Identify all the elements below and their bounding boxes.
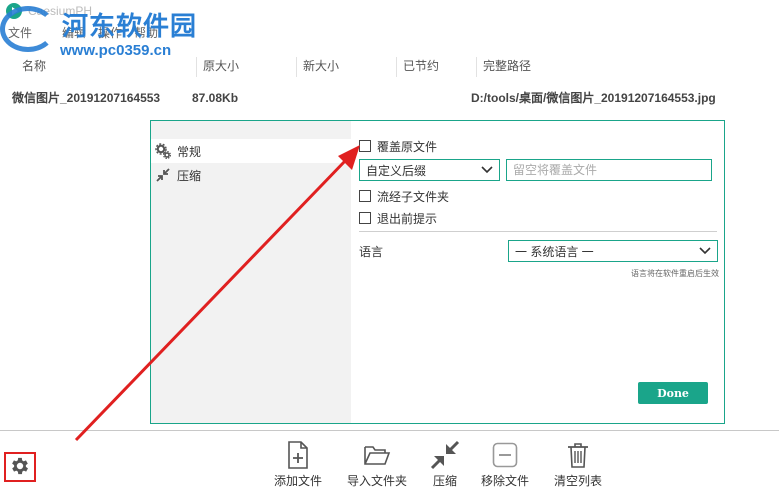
compress-label: 压缩 (432, 474, 457, 488)
add-file-label: 添加文件 (273, 474, 322, 488)
compress-icon (155, 167, 171, 183)
remove-file-label: 移除文件 (480, 474, 529, 488)
clear-list-button[interactable]: 清空列表 (543, 440, 613, 492)
toolbar-divider (0, 430, 779, 431)
file-path: D:/tools/桌面/微信图片_20191207164553.jpg (471, 91, 716, 105)
sidebar-item-compression[interactable]: 压缩 (151, 163, 351, 187)
import-folder-button[interactable]: 导入文件夹 (342, 440, 412, 492)
overwrite-checkbox[interactable] (359, 140, 371, 152)
language-select[interactable]: 一 系统语言 一 (508, 240, 718, 262)
overwrite-option[interactable]: 覆盖原文件 (359, 137, 437, 155)
sidebar-item-label: 压缩 (177, 168, 202, 183)
chevron-down-icon (481, 163, 493, 178)
subfolders-option[interactable]: 流经子文件夹 (359, 187, 449, 205)
sidebar-item-label: 常规 (177, 144, 202, 159)
watermark-title: 河东软件园 (62, 11, 198, 41)
subfolders-label: 流经子文件夹 (377, 189, 450, 204)
watermark-logo (0, 6, 56, 52)
gear-icon (9, 455, 31, 480)
language-label: 语言 (359, 245, 384, 259)
import-folder-label: 导入文件夹 (346, 474, 407, 488)
table-row[interactable]: 微信图片_20191207164553 87.08Kb D:/tools/桌面/… (0, 88, 779, 108)
exit-prompt-label: 退出前提示 (377, 211, 438, 226)
sidebar-item-general[interactable]: 常规 (151, 139, 351, 163)
column-header-original-size[interactable]: 原大小 (196, 57, 294, 77)
clear-list-label: 清空列表 (553, 474, 602, 488)
remove-icon (490, 440, 520, 470)
file-original-size: 87.08Kb (192, 91, 239, 105)
add-file-icon (283, 440, 313, 470)
remove-file-button[interactable]: 移除文件 (470, 440, 540, 492)
chevron-down-icon (699, 244, 711, 259)
settings-divider (359, 231, 717, 232)
file-name: 微信图片_20191207164553 (12, 91, 161, 105)
subfolders-checkbox[interactable] (359, 190, 371, 202)
file-table-header: 名称 原大小 新大小 已节约 完整路径 (0, 57, 779, 77)
column-header-saved[interactable]: 已节约 (396, 57, 474, 77)
exit-prompt-option[interactable]: 退出前提示 (359, 209, 437, 227)
column-header-name[interactable]: 名称 (22, 57, 194, 77)
compress-icon (430, 440, 460, 470)
suffix-input[interactable] (506, 159, 712, 181)
exit-prompt-checkbox[interactable] (359, 212, 371, 224)
column-header-full-path[interactable]: 完整路径 (476, 57, 776, 77)
add-file-button[interactable]: 添加文件 (263, 440, 333, 492)
trash-icon (563, 440, 593, 470)
gears-icon (155, 143, 171, 159)
language-select-value: 一 系统语言 一 (515, 244, 594, 259)
overwrite-label: 覆盖原文件 (377, 139, 438, 154)
settings-panel: 常规 压缩 覆盖原文件 自定义后缀 流经子文件夹 退出前提示 (150, 120, 725, 424)
suffix-select-value: 自定义后缀 (366, 163, 427, 178)
settings-button[interactable] (4, 452, 36, 482)
language-hint: 语言将在软件重启后生效 (631, 269, 719, 278)
settings-sidebar: 常规 压缩 (151, 121, 351, 423)
suffix-select[interactable]: 自定义后缀 (359, 159, 500, 181)
column-header-new-size[interactable]: 新大小 (296, 57, 394, 77)
folder-open-icon (362, 440, 392, 470)
done-button[interactable]: Done (638, 382, 708, 404)
general-settings: 覆盖原文件 自定义后缀 流经子文件夹 退出前提示 语言 一 系统语言 一 语言将… (359, 121, 725, 423)
